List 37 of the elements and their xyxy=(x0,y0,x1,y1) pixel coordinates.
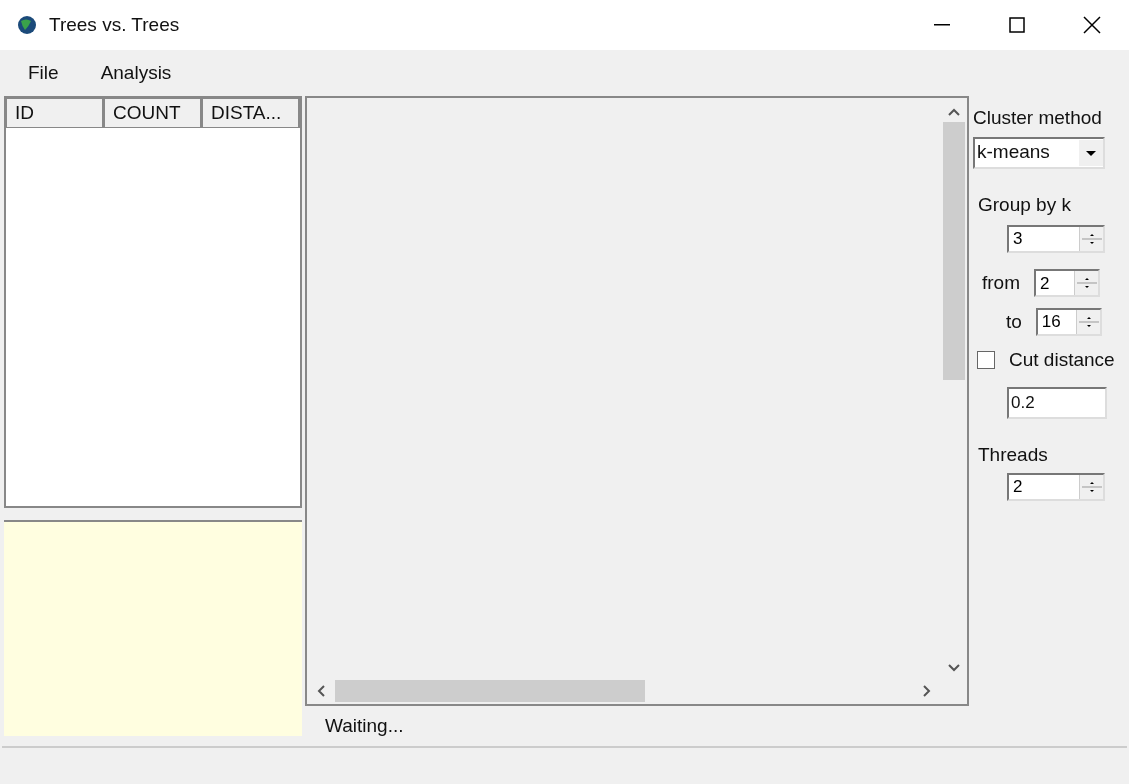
spinner-value: 2 xyxy=(1012,476,1024,499)
minimize-icon xyxy=(933,24,950,26)
field-label: Cluster method xyxy=(973,106,1103,130)
dropdown-value: k-means xyxy=(976,140,1051,165)
checkbox[interactable] xyxy=(977,351,995,370)
dropdown[interactable]: k-means xyxy=(973,136,1105,169)
scroll-down-icon[interactable] xyxy=(948,663,960,672)
spinner-field[interactable]: 16 xyxy=(1035,307,1102,336)
scroll-up-icon[interactable] xyxy=(948,108,960,116)
field-label: from xyxy=(982,271,1020,295)
spinner-arrows-icon[interactable] xyxy=(1075,309,1100,334)
field-label: Group by k xyxy=(978,192,1072,217)
close-icon xyxy=(1082,16,1101,34)
menu-item[interactable]: Analysis xyxy=(86,58,186,88)
spinner-value: 2 xyxy=(1039,272,1051,295)
spinner-value: 3 xyxy=(1012,228,1024,251)
spinner-field[interactable]: 2 xyxy=(1034,269,1100,298)
scroll-left-icon[interactable] xyxy=(317,684,325,697)
dropdown-caret-icon[interactable] xyxy=(1079,139,1103,166)
field-label: Threads xyxy=(978,442,1049,467)
scrollbar-thumb[interactable] xyxy=(943,122,965,380)
column-header[interactable]: COUNT xyxy=(104,98,202,128)
checkbox-label: Cut distance xyxy=(1009,348,1115,372)
input-field[interactable]: 0.2 xyxy=(1007,386,1107,419)
field-label: to xyxy=(1006,309,1022,334)
scrollbar-thumb[interactable] xyxy=(335,679,645,702)
spinner-field[interactable]: 3 xyxy=(1007,225,1105,253)
globe-icon xyxy=(17,15,37,35)
scroll-right-icon[interactable] xyxy=(923,684,931,697)
window-title: Trees vs. Trees xyxy=(49,12,180,37)
menu-item[interactable]: File xyxy=(14,58,73,88)
maximize-icon xyxy=(1008,17,1025,33)
status-text: Waiting... xyxy=(325,713,405,738)
column-header[interactable]: ID xyxy=(6,98,104,128)
column-header[interactable]: DISTA... xyxy=(202,98,300,128)
spinner-value: 16 xyxy=(1040,311,1062,333)
spinner-field[interactable]: 2 xyxy=(1007,473,1105,501)
